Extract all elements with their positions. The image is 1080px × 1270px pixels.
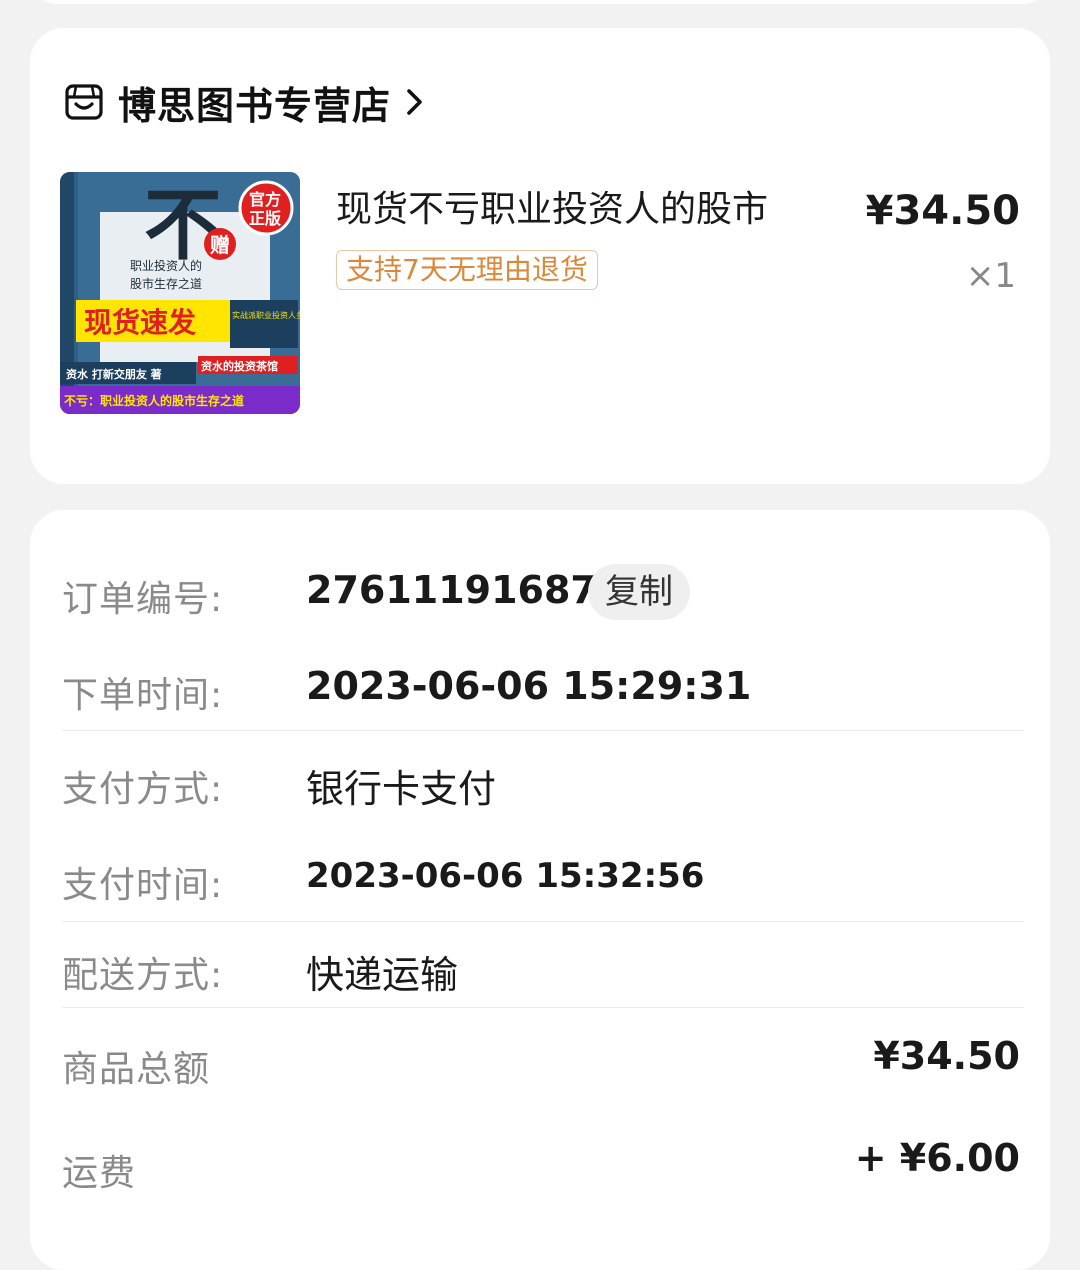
order-number-label: 订单编号:	[62, 579, 224, 620]
delivery-method-value: 快递运输	[306, 953, 459, 997]
subtotal-label: 商品总额	[62, 1049, 211, 1090]
copy-button[interactable]: 复制	[588, 564, 690, 620]
shipping-fee-value: + ¥6.00	[854, 1136, 1020, 1180]
return-policy-badge: 支持7天无理由退货	[336, 250, 598, 290]
delivery-method-label: 配送方式:	[62, 955, 224, 996]
cover-gift-char: 赠	[210, 233, 230, 257]
order-time-label: 下单时间:	[62, 675, 224, 716]
product-quantity: ×1	[965, 256, 1016, 296]
divider	[62, 921, 1024, 922]
cover-tag-text: 资水的投资茶馆	[201, 359, 278, 373]
divider	[62, 730, 1024, 731]
product-title[interactable]: 现货不亏职业投资人的股市	[336, 184, 836, 236]
product-cover-image[interactable]: 不 赠 官方 正版 职业投资人的 股市生存之道 现货速发 实战派职业投资人多投资…	[60, 172, 300, 414]
order-number-value: 276111916879	[306, 568, 624, 612]
divider	[62, 1007, 1024, 1008]
pay-time-value: 2023-06-06 15:32:56	[306, 856, 705, 896]
shipping-fee-label: 运费	[62, 1153, 137, 1194]
cover-subtitle-line1: 职业投资人的	[130, 258, 202, 273]
store-icon	[65, 84, 103, 120]
store-name: 博思图书专营店	[118, 83, 392, 128]
store-header[interactable]: 博思图书专营店	[64, 74, 427, 130]
chevron-right-icon	[407, 89, 422, 115]
cover-authors: 资水 打新交朋友 著	[66, 367, 162, 381]
store-card: 博思图书专营店 不 赠 官方 正版 职业投资人的 股市生存之道 现货速发 实战派…	[30, 28, 1050, 484]
order-time-value: 2023-06-06 15:29:31	[306, 664, 752, 708]
cover-subtitle-line2: 股市生存之道	[130, 276, 202, 291]
product-price: ¥34.50	[865, 188, 1020, 234]
cover-official-badge-line1: 官方	[249, 190, 281, 209]
previous-card-edge	[30, 0, 1050, 4]
pay-time-label: 支付时间:	[62, 865, 224, 906]
cover-side-text: 实战派职业投资人多投资干货	[232, 310, 300, 320]
pay-method-label: 支付方式:	[62, 769, 224, 810]
cover-bottom-band-text: 不亏：职业投资人的股市生存之道	[64, 393, 244, 408]
order-info-card: 订单编号: 276111916879 复制 下单时间: 2023-06-06 1…	[30, 510, 1050, 1270]
cover-promo-text: 现货速发	[84, 306, 196, 339]
cover-big-char: 不	[144, 180, 222, 271]
cover-official-badge-line2: 正版	[249, 209, 281, 228]
pay-method-value: 银行卡支付	[306, 767, 497, 811]
subtotal-value: ¥34.50	[873, 1034, 1020, 1078]
